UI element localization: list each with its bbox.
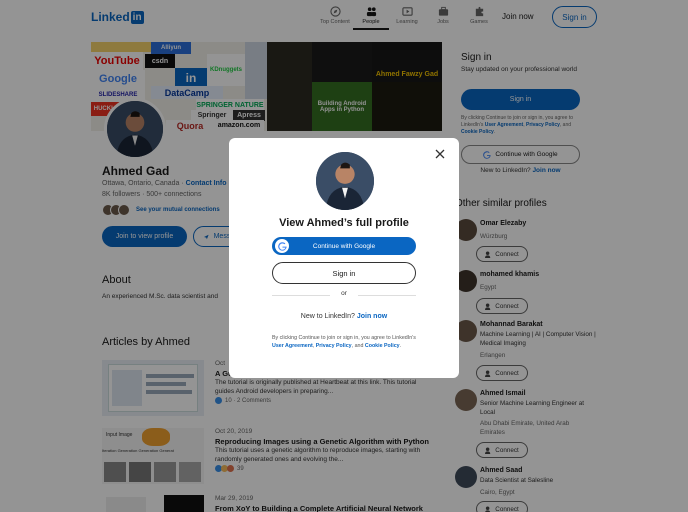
person-photo-icon [316,152,374,210]
google-button-label: Continue with Google [312,242,376,250]
legal-text: By clicking Continue to join or sign in,… [272,335,416,341]
sign-in-modal: View Ahmed’s full profile Continue with … [229,138,459,378]
close-icon[interactable] [434,148,446,160]
modal-join-link[interactable]: Join now [357,313,387,320]
or-divider: or [272,290,416,297]
google-icon [275,239,289,253]
modal-legal-text: By clicking Continue to join or sign in,… [272,334,422,350]
new-to-text: New to LinkedIn? [300,313,357,320]
privacy-policy-link[interactable]: Privacy Policy [316,343,352,349]
legal-text: . [399,343,402,349]
modal-google-button[interactable]: Continue with Google [272,237,416,255]
modal-sign-in-button[interactable]: Sign in [272,262,416,284]
modal-title: View Ahmed’s full profile [279,217,409,229]
user-agreement-link[interactable]: User Agreement [272,343,313,349]
legal-text: , and [351,343,365,349]
cookie-policy-link[interactable]: Cookie Policy [365,343,400,349]
modal-new-to-linkedin: New to LinkedIn? Join now [229,313,459,320]
modal-avatar [316,152,374,210]
